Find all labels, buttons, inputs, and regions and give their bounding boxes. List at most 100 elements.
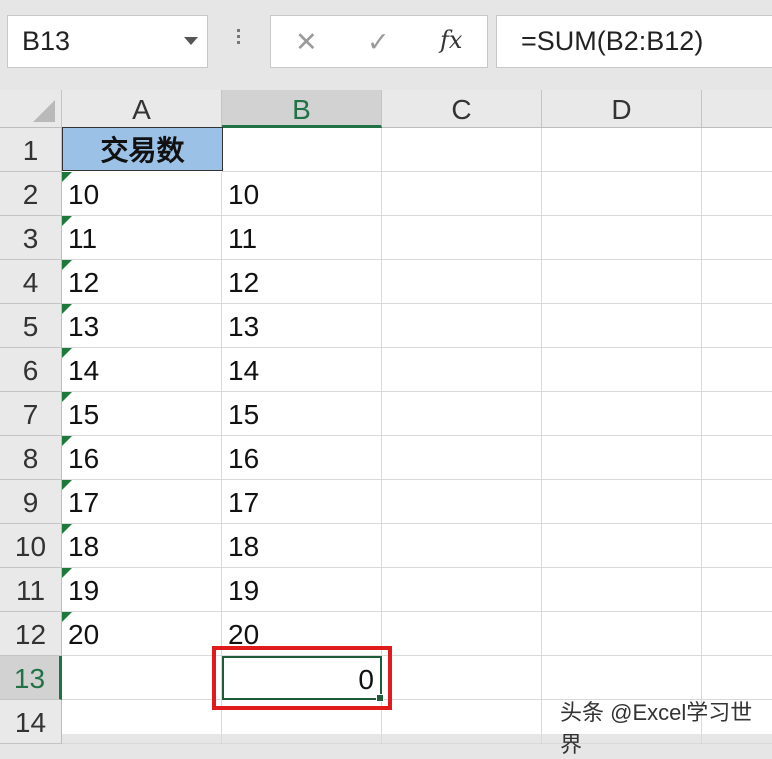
cell-e7[interactable] bbox=[702, 392, 772, 436]
cell-c10[interactable] bbox=[382, 524, 542, 568]
cell-d8[interactable] bbox=[542, 436, 702, 480]
cell-c9[interactable] bbox=[382, 480, 542, 524]
cell-a10[interactable]: 18 bbox=[62, 524, 222, 568]
cell-a14[interactable] bbox=[62, 700, 222, 744]
cell-c5[interactable] bbox=[382, 304, 542, 348]
cell-d5[interactable] bbox=[542, 304, 702, 348]
row-header-1[interactable]: 1 bbox=[0, 128, 62, 172]
cell-e1[interactable] bbox=[702, 128, 772, 172]
cell-a5[interactable]: 13 bbox=[62, 304, 222, 348]
name-box[interactable]: B13 bbox=[7, 15, 208, 68]
cell-a13[interactable] bbox=[62, 656, 222, 700]
cell-c1[interactable] bbox=[382, 128, 542, 172]
drag-handle-icon[interactable] bbox=[233, 26, 243, 52]
row-header-6[interactable]: 6 bbox=[0, 348, 62, 392]
close-icon[interactable]: ✕ bbox=[295, 28, 318, 56]
cell-b7[interactable]: 15 bbox=[222, 392, 382, 436]
cell-b1[interactable] bbox=[222, 128, 382, 172]
row-header-8[interactable]: 8 bbox=[0, 436, 62, 480]
cell-a6[interactable]: 14 bbox=[62, 348, 222, 392]
cell-e11[interactable] bbox=[702, 568, 772, 612]
row-header-2[interactable]: 2 bbox=[0, 172, 62, 216]
cell-d3[interactable] bbox=[542, 216, 702, 260]
cell-c11[interactable] bbox=[382, 568, 542, 612]
cell-e10[interactable] bbox=[702, 524, 772, 568]
cell-a11[interactable]: 19 bbox=[62, 568, 222, 612]
row-header-12[interactable]: 12 bbox=[0, 612, 62, 656]
error-indicator-icon bbox=[62, 216, 72, 226]
cell-b6[interactable]: 14 bbox=[222, 348, 382, 392]
cell-c8[interactable] bbox=[382, 436, 542, 480]
cell-a12[interactable]: 20 bbox=[62, 612, 222, 656]
cell-d7[interactable] bbox=[542, 392, 702, 436]
cell-d6[interactable] bbox=[542, 348, 702, 392]
cell-e12[interactable] bbox=[702, 612, 772, 656]
cell-d10[interactable] bbox=[542, 524, 702, 568]
error-indicator-icon bbox=[62, 524, 72, 534]
cell-c7[interactable] bbox=[382, 392, 542, 436]
cell-c4[interactable] bbox=[382, 260, 542, 304]
column-header-c[interactable]: C bbox=[382, 90, 542, 128]
cell-e6[interactable] bbox=[702, 348, 772, 392]
cell-d9[interactable] bbox=[542, 480, 702, 524]
cell-b4[interactable]: 12 bbox=[222, 260, 382, 304]
chevron-down-icon[interactable] bbox=[184, 37, 198, 45]
cell-a9[interactable]: 17 bbox=[62, 480, 222, 524]
row-header-7[interactable]: 7 bbox=[0, 392, 62, 436]
cell-b11[interactable]: 19 bbox=[222, 568, 382, 612]
formula-text: =SUM(B2:B12) bbox=[521, 26, 704, 56]
cell-e4[interactable] bbox=[702, 260, 772, 304]
cell-b2[interactable]: 10 bbox=[222, 172, 382, 216]
check-icon[interactable]: ✓ bbox=[367, 28, 390, 56]
formula-input[interactable]: =SUM(B2:B12) bbox=[496, 15, 772, 68]
cell-c12[interactable] bbox=[382, 612, 542, 656]
cell-e3[interactable] bbox=[702, 216, 772, 260]
row-header-10[interactable]: 10 bbox=[0, 524, 62, 568]
select-all-corner[interactable] bbox=[0, 90, 62, 128]
cell-a4[interactable]: 12 bbox=[62, 260, 222, 304]
cell-e9[interactable] bbox=[702, 480, 772, 524]
cell-d2[interactable] bbox=[542, 172, 702, 216]
cell-d13[interactable] bbox=[542, 656, 702, 700]
column-header-a[interactable]: A bbox=[62, 90, 222, 128]
row-header-11[interactable]: 11 bbox=[0, 568, 62, 612]
cell-a7[interactable]: 15 bbox=[62, 392, 222, 436]
cell-b5[interactable]: 13 bbox=[222, 304, 382, 348]
cell-e5[interactable] bbox=[702, 304, 772, 348]
row-header-4[interactable]: 4 bbox=[0, 260, 62, 304]
cell-c3[interactable] bbox=[382, 216, 542, 260]
cell-d1[interactable] bbox=[542, 128, 702, 172]
row-header-13[interactable]: 13 bbox=[0, 656, 62, 700]
cell-b8[interactable]: 16 bbox=[222, 436, 382, 480]
cell-a8[interactable]: 16 bbox=[62, 436, 222, 480]
row-header-5[interactable]: 5 bbox=[0, 304, 62, 348]
row-header-3[interactable]: 3 bbox=[0, 216, 62, 260]
column-header-e[interactable] bbox=[702, 90, 772, 128]
cell-e2[interactable] bbox=[702, 172, 772, 216]
cell-a1[interactable]: 交易数 bbox=[62, 127, 223, 171]
cell-e8[interactable] bbox=[702, 436, 772, 480]
error-indicator-icon bbox=[62, 260, 72, 270]
cell-b3[interactable]: 11 bbox=[222, 216, 382, 260]
cell-d12[interactable] bbox=[542, 612, 702, 656]
fx-icon[interactable]: fx bbox=[440, 26, 462, 54]
cell-d4[interactable] bbox=[542, 260, 702, 304]
cell-b9[interactable]: 17 bbox=[222, 480, 382, 524]
cell-a3[interactable]: 11 bbox=[62, 216, 222, 260]
name-box-value: B13 bbox=[22, 26, 71, 56]
cell-b10[interactable]: 18 bbox=[222, 524, 382, 568]
column-header-b[interactable]: B bbox=[222, 90, 382, 128]
cell-c2[interactable] bbox=[382, 172, 542, 216]
cell-c13[interactable] bbox=[382, 656, 542, 700]
error-indicator-icon bbox=[62, 348, 72, 358]
cell-e13[interactable] bbox=[702, 656, 772, 700]
error-indicator-icon bbox=[62, 172, 72, 182]
row-header-14[interactable]: 14 bbox=[0, 700, 62, 744]
cell-a2[interactable]: 10 bbox=[62, 172, 222, 216]
spreadsheet-grid: A B C D 1 2 3 4 5 6 7 8 9 10 11 12 13 14… bbox=[0, 90, 772, 744]
row-header-9[interactable]: 9 bbox=[0, 480, 62, 524]
cell-c14[interactable] bbox=[382, 700, 542, 744]
cell-d11[interactable] bbox=[542, 568, 702, 612]
cell-c6[interactable] bbox=[382, 348, 542, 392]
column-header-d[interactable]: D bbox=[542, 90, 702, 128]
